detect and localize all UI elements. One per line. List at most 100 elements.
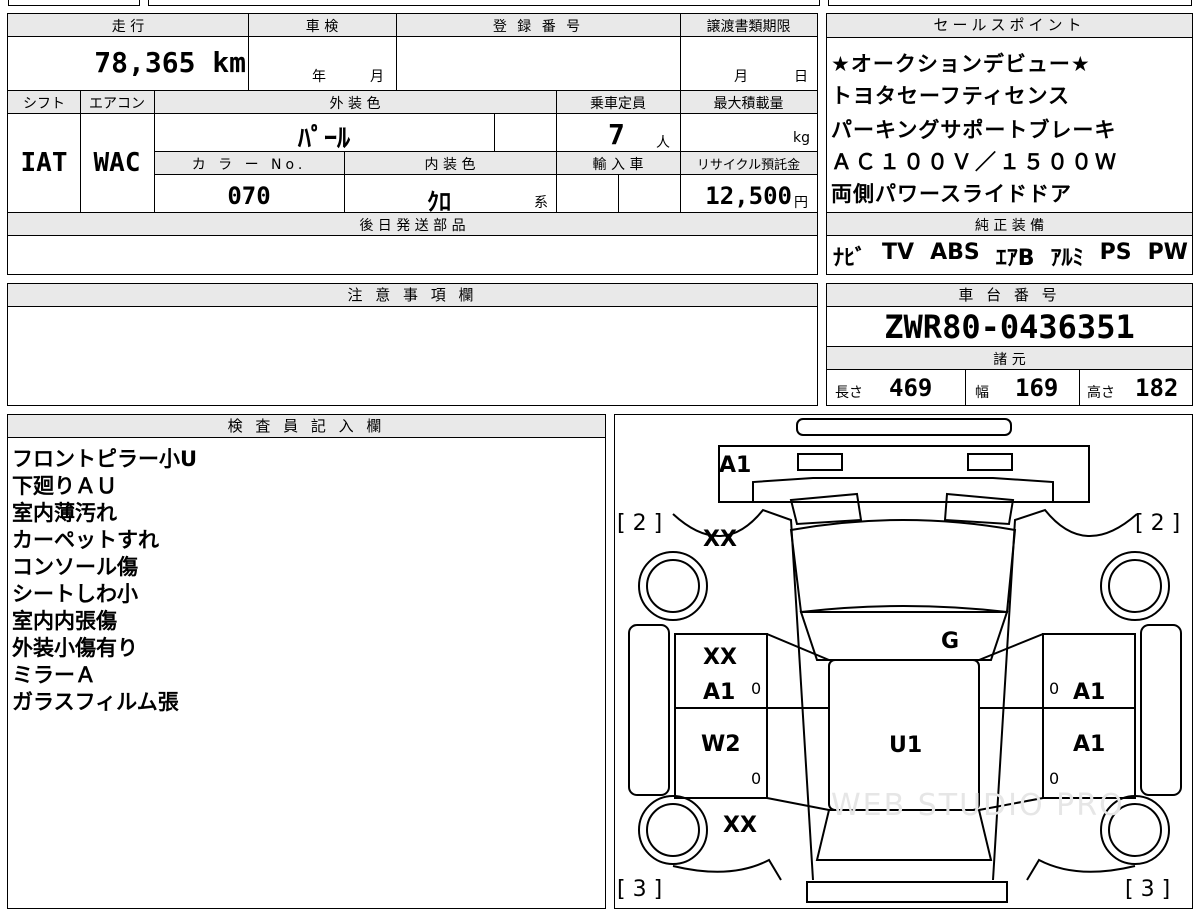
remark-line: ガラスフィルム張 [12,690,179,714]
capacity-unit: 人 [656,135,670,151]
interior-suffix: 系 [534,195,548,211]
remark-line: シートしわ小 [12,582,138,606]
transfer-label: 譲渡書類期限 [706,19,791,35]
remark-line: 下廻りＡＵ [12,474,117,498]
sales-points-box: セールスポイント ★オークションデビュー★ トヨタセーフティセンス パーキングサ… [826,13,1193,275]
headlight-right-icon [967,453,1013,471]
rear-panel [806,881,1008,903]
mark-left-front-fender: XX [703,527,737,552]
inspector-header: 検 査 員 記 入 欄 [8,415,605,438]
equipment-ps: PS [1099,240,1132,265]
rear-left-quarter [672,858,782,881]
interior-label: 内 装 色 [424,157,476,173]
remark-line: コンソール傷 [12,555,138,579]
recycle-unit: 円 [794,195,808,211]
chassis-box: 車 台 番 号 ZWR80-0436351 諸 元 長さ 469 幅 169 高… [826,283,1193,406]
equipment-abs: ABS [930,240,980,265]
shift-value: IAT [20,148,68,178]
capacity-label: 乗車定員 [590,96,646,112]
inspection-label: 車 検 [305,19,339,35]
inspection-month: 月 [370,69,384,85]
inspector-box: 検 査 員 記 入 欄 フロントピラー小U 下廻りＡＵ 室内薄汚れ カーペットす… [7,414,606,909]
capacity-value: 7 [608,118,625,151]
sales-points-header: セールスポイント [827,14,1192,38]
specs-header: 諸 元 [993,352,1026,368]
notes-box: 注 意 事 項 欄 [7,283,818,406]
wheel-front-right-icon [1100,551,1170,621]
front-bumper-strip [796,418,1012,436]
remark-line: 室内薄汚れ [12,501,117,525]
registration-label: 登 録 番 号 [492,19,584,35]
equipment-tv: TV [882,240,915,265]
inspection-year: 年 [312,69,326,85]
length-value: 469 [889,374,933,402]
mark-left-rear-door: W2 [701,732,741,757]
headlight-left-icon [797,453,843,471]
wheel-front-left-icon [638,551,708,621]
equipment-alloy: ｱﾙﾐ [1050,246,1084,271]
later-parts-label: 後 日 発 送 部 品 [359,218,466,234]
mirror-right-icon [943,492,1015,526]
equipment-header: 純 正 装 備 [974,218,1045,234]
shift-label: シフト [23,96,65,112]
remark-line: 外装小傷有り [12,636,138,660]
remark-line: カーペットすれ [12,528,159,552]
mark-left-front-door-1: XX [703,645,737,670]
mirror-left-icon [789,492,863,526]
ac-value: WAC [93,148,141,178]
sales-point-line: トヨタセーフティセンス [831,84,1071,108]
mark-front-bumper: A1 [719,453,751,478]
width-value: 169 [1015,374,1059,402]
wheel-rear-left-icon [638,795,708,865]
wheel-front-right-hub-icon [1108,559,1162,613]
top-strip-right [828,0,1192,6]
car-diagram: WEB STUDIO PRO [ 2 ] [ 2 ] [ 3 ] [ 3 ] A… [617,418,1182,903]
height-value: 182 [1135,374,1179,402]
left-side-skirt [628,624,670,796]
ac-label: エアコン [89,96,145,112]
bracket-rear-left: [ 3 ] [617,877,662,902]
equipment-list: ﾅﾋﾞ TV ABS ｴｱB ｱﾙﾐ PS PW [833,240,1188,272]
rear-right-quarter [1026,858,1136,881]
length-label: 長さ [835,385,863,401]
zero-left-rear: 0 [751,769,761,788]
exterior-label: 外 装 色 [329,96,381,112]
import-label: 輸 入 車 [592,157,644,173]
mark-right-front-door: A1 [1073,680,1105,705]
mileage-label: 走 行 [111,19,145,35]
zero-right-rear: 0 [1049,769,1059,788]
color-no-label: カ ラ ー No. [191,157,307,173]
width-label: 幅 [975,385,989,401]
vehicle-info-box: 走 行 車 検 登 録 番 号 譲渡書類期限 78,365 km 年 月 月 日… [7,13,818,275]
equipment-nav: ﾅﾋﾞ [833,246,867,271]
mark-left-rear-fender: XX [723,813,757,838]
sales-point-line: ＡＣ１００Ｖ／１５００Ｗ [831,150,1119,174]
top-strip-mid [148,0,820,6]
sales-point-line: パーキングサポートブレーキ [831,118,1117,142]
sales-point-line: 両側パワースライドドア [831,182,1072,206]
windshield [789,519,1017,614]
chassis-header: 車 台 番 号 [827,284,1192,307]
right-side-skirt [1140,624,1182,796]
remark-line: ミラーＡ [12,663,96,687]
transfer-month: 月 [734,69,748,85]
recycle-value: 12,500 [705,182,792,210]
mark-left-front-door-2: A1 [703,680,735,705]
roof-front [799,611,1009,661]
wheel-front-left-hub-icon [646,559,700,613]
mark-right-rear-door: A1 [1073,732,1105,757]
zero-left-front: 0 [751,679,761,698]
bracket-front-left: [ 2 ] [617,511,662,536]
top-strip-left [8,0,140,6]
mark-roof-front: G [941,629,959,654]
zero-right-front: 0 [1049,679,1059,698]
body-right-side [992,508,1138,881]
transfer-day: 日 [794,69,808,85]
recycle-label: リサイクル預託金 [696,158,801,173]
height-label: 高さ [1087,385,1115,401]
equipment-airbag: ｴｱB [995,246,1035,271]
bracket-rear-right: [ 3 ] [1125,877,1170,902]
remark-line: 室内内張傷 [12,609,117,633]
car-diagram-box: WEB STUDIO PRO [ 2 ] [ 2 ] [ 3 ] [ 3 ] A… [614,414,1193,909]
color-no-value: 070 [227,182,271,210]
